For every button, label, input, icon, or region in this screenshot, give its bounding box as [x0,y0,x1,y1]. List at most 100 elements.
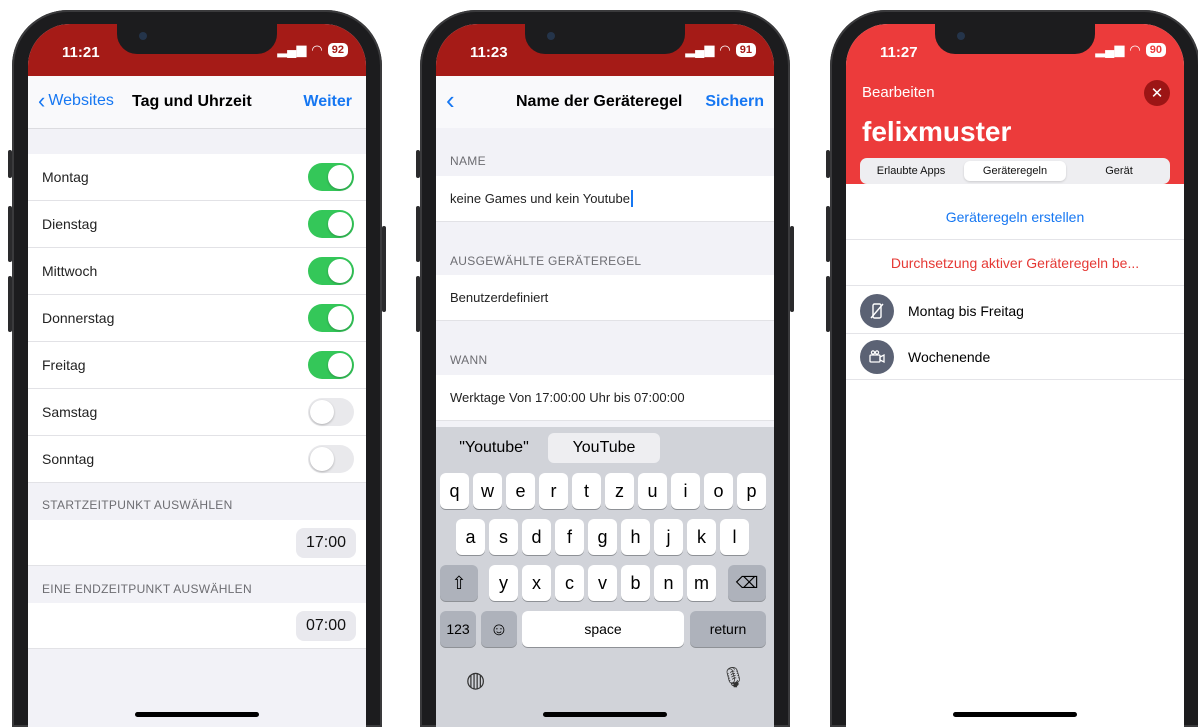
back-button[interactable]: ‹ [446,85,455,115]
day-toggle[interactable] [308,351,354,379]
rule-row[interactable]: Wochenende [846,334,1184,380]
when-row[interactable]: Werktage Von 17:00:00 Uhr bis 07:00:00 [436,375,774,421]
start-section-header: STARTZEITPUNKT AUSWÄHLEN [42,498,233,512]
tab-allowed-apps[interactable]: Erlaubte Apps [860,165,962,177]
chevron-left-icon: ‹ [38,88,46,113]
status-time: 11:21 [62,44,100,61]
key[interactable]: e [506,473,535,509]
rule-value: Benutzerdefiniert [450,290,549,305]
space-key[interactable]: space [522,611,684,647]
day-toggle[interactable] [308,398,354,426]
end-section-header: EINE ENDZEITPUNKT AUSWÄHLEN [42,582,252,596]
key[interactable]: x [522,565,551,601]
next-button[interactable]: Weiter [303,93,352,111]
key[interactable]: k [687,519,716,555]
name-input[interactable]: keine Games und kein Youtube [450,191,630,206]
suggestion-1[interactable]: "Youtube" [444,433,544,463]
suggestion-2[interactable]: YouTube [548,433,660,463]
key[interactable]: v [588,565,617,601]
rule-label: Wochenende [908,348,991,365]
shift-icon[interactable]: ⇧ [440,565,478,601]
signal-icon: ▂▄▆ [277,42,307,57]
screen-3: 11:27 ▂▄▆ ◠ 90 Bearbeiten ✕ felixmuster … [846,24,1184,727]
battery-icon: 91 [735,43,756,57]
key[interactable]: o [704,473,733,509]
camera-people-icon [860,339,894,374]
key[interactable]: h [621,519,650,555]
name-input-row: keine Games und kein Youtube [436,176,774,222]
wifi-icon: ◠ [719,42,731,57]
day-toggle[interactable] [308,304,354,332]
wifi-icon: ◠ [1129,42,1141,57]
key[interactable]: a [456,519,485,555]
day-label: Samstag [42,404,98,420]
start-time-row: 17:00 [28,520,366,566]
create-rule-button[interactable]: Geräteregeln erstellen [846,194,1184,240]
tab-device[interactable]: Gerät [1068,165,1170,177]
day-toggle[interactable] [308,445,354,473]
text-cursor [630,190,633,207]
edit-button[interactable]: Bearbeiten [862,84,935,101]
segmented-control: Erlaubte Apps Geräteregeln Gerät [860,158,1170,184]
day-label: Montag [42,169,89,185]
nav-bar: ‹ Name der Geräteregel Sichern [436,76,774,128]
return-key[interactable]: return [690,611,766,647]
tab-device-rules[interactable]: Geräteregeln [964,161,1066,181]
enforce-rules-button[interactable]: Durchsetzung aktiver Geräteregeln be... [846,240,1184,286]
key[interactable]: l [720,519,749,555]
key[interactable]: m [687,565,716,601]
end-time-picker[interactable]: 07:00 [295,611,356,641]
key[interactable]: i [671,473,700,509]
start-time-picker[interactable]: 17:00 [295,528,356,558]
key[interactable]: g [588,519,617,555]
day-row: Mittwoch [28,248,366,295]
key[interactable]: f [555,519,584,555]
day-row: Montag [28,154,366,201]
rules-list: Geräteregeln erstellen Durchsetzung akti… [846,194,1184,727]
when-section-header: WANN [450,353,488,367]
key[interactable]: n [654,565,683,601]
emoji-icon[interactable]: ☺ [481,611,517,647]
key[interactable]: j [654,519,683,555]
key[interactable]: y [489,565,518,601]
keyboard: "Youtube" YouTube q w e r t z u i o p a … [436,427,774,727]
key[interactable]: t [572,473,601,509]
day-row: Dienstag [28,201,366,248]
close-icon[interactable]: ✕ [1144,80,1170,106]
day-label: Sonntag [42,451,95,467]
day-toggle[interactable] [308,163,354,191]
key[interactable]: r [539,473,568,509]
rule-row[interactable]: Benutzerdefiniert [436,275,774,321]
globe-icon[interactable]: ◍ [466,667,485,693]
key[interactable]: w [473,473,502,509]
key[interactable]: u [638,473,667,509]
microphone-icon[interactable]: 🎙︎ [721,665,746,690]
save-button[interactable]: Sichern [705,93,764,111]
page-title: Name der Geräteregel [516,93,683,110]
phone-frame-1: 11:21 ▂▄▆ ◠ 92 ‹ Websites Tag und Uhrzei… [8,10,386,727]
notch [117,24,277,54]
home-indicator [953,712,1077,717]
username: felixmuster [862,116,1012,147]
home-indicator [135,712,259,717]
key[interactable]: z [605,473,634,509]
chevron-left-icon: ‹ [446,85,455,115]
numbers-key[interactable]: 123 [440,611,476,647]
wifi-icon: ◠ [311,42,323,57]
key[interactable]: q [440,473,469,509]
key[interactable]: c [555,565,584,601]
backspace-icon[interactable]: ⌫ [728,565,766,601]
battery-icon: 90 [1145,43,1166,57]
back-button[interactable]: ‹ Websites [38,88,114,113]
key[interactable]: d [522,519,551,555]
day-toggle[interactable] [308,257,354,285]
key[interactable]: b [621,565,650,601]
day-row: Samstag [28,389,366,436]
day-toggle[interactable] [308,210,354,238]
rule-row[interactable]: Montag bis Freitag [846,288,1184,334]
nav-bar: ‹ Websites Tag und Uhrzeit Weiter [28,76,366,129]
day-label: Freitag [42,357,86,373]
key[interactable]: s [489,519,518,555]
key[interactable]: p [737,473,766,509]
status-time: 11:27 [880,44,918,61]
